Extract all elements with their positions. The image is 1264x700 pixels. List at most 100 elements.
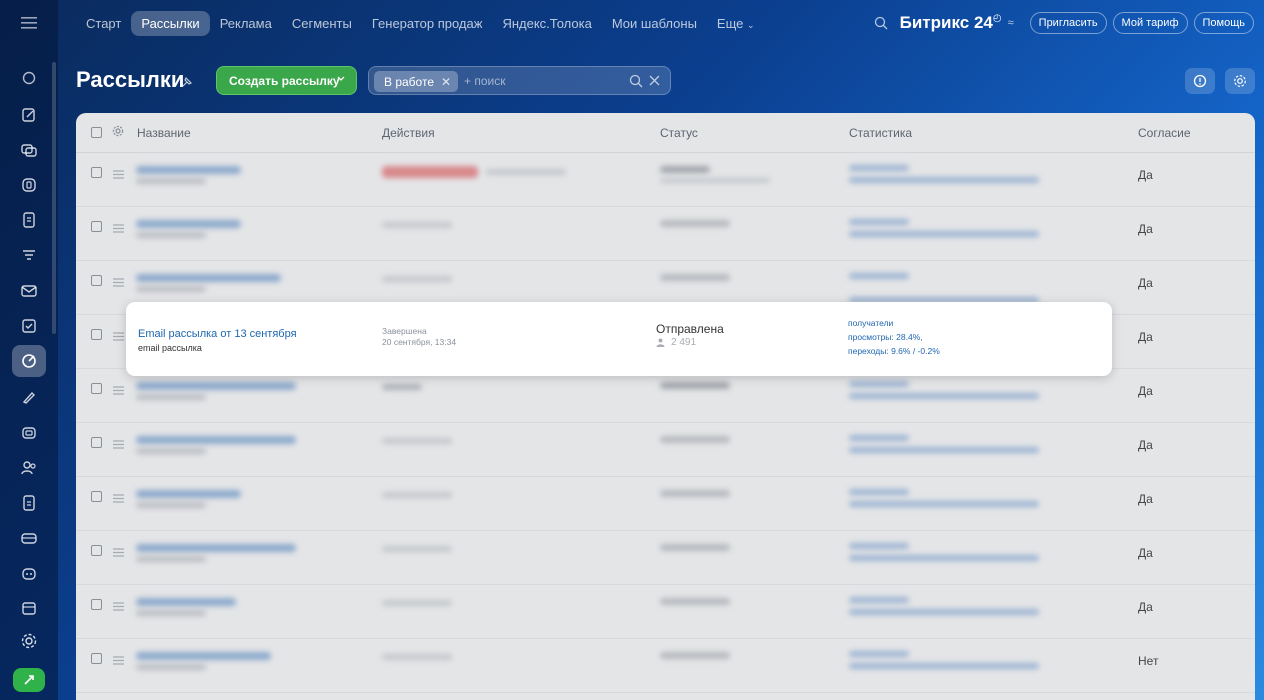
consent-value: Да	[1138, 384, 1153, 398]
rail-item-edit[interactable]	[12, 99, 46, 131]
row-checkbox[interactable]	[91, 383, 102, 394]
table-row[interactable]: Да	[76, 153, 1255, 207]
drag-handle-icon[interactable]	[113, 494, 124, 503]
rail-item-settings[interactable]	[12, 625, 46, 657]
search-input[interactable]	[464, 72, 614, 90]
nav-item-sales-generator[interactable]: Генератор продаж	[362, 11, 493, 36]
blurred-status	[660, 166, 710, 173]
stat-clicks[interactable]: переходы: 9.6% / -0.2%	[848, 346, 940, 356]
table-row[interactable]: Да	[76, 369, 1255, 423]
row-checkbox[interactable]	[91, 653, 102, 664]
blurred-name	[136, 220, 241, 228]
table-row[interactable]: Да	[76, 207, 1255, 261]
column-name[interactable]: Название	[137, 126, 191, 140]
rail-item-doc[interactable]	[12, 204, 46, 236]
column-status[interactable]: Статус	[660, 126, 698, 140]
row-checkbox[interactable]	[91, 545, 102, 556]
rail-item-bot[interactable]	[12, 557, 46, 589]
clear-icon[interactable]	[648, 74, 661, 87]
drag-handle-icon[interactable]	[113, 548, 124, 557]
brand-logo[interactable]: Битрикс 24◴	[900, 13, 1002, 33]
blurred-action	[382, 492, 452, 498]
rail-item-contacts[interactable]	[12, 452, 46, 484]
stat-recipients[interactable]: получатели	[848, 318, 893, 328]
table-row[interactable]: Нет	[76, 639, 1255, 693]
consent-value: Да	[1138, 492, 1153, 506]
table-row[interactable]: Да	[76, 531, 1255, 585]
filter-icon	[23, 250, 35, 260]
blurred-stats-1	[849, 597, 909, 603]
create-mailing-button[interactable]: Создать рассылку	[216, 66, 357, 95]
column-statistics[interactable]: Статистика	[849, 126, 912, 140]
drag-handle-icon[interactable]	[113, 170, 124, 179]
drag-handle-icon[interactable]	[113, 332, 124, 341]
brand-name: Битрикс	[899, 13, 970, 32]
mailing-name-link[interactable]: Email рассылка от 13 сентября	[138, 328, 297, 340]
rail-item-files[interactable]	[12, 487, 46, 519]
nav-item-yandex-toloka[interactable]: Яндекс.Толока	[492, 11, 601, 36]
row-checkbox[interactable]	[91, 221, 102, 232]
row-checkbox[interactable]	[91, 491, 102, 502]
rail-item-chat[interactable]	[12, 134, 46, 166]
rail-item-robot[interactable]	[12, 169, 46, 201]
rail-item-tasks[interactable]	[12, 310, 46, 342]
table-row[interactable]: Да	[76, 477, 1255, 531]
column-consent[interactable]: Согласие	[1138, 126, 1191, 140]
drag-handle-icon[interactable]	[113, 656, 124, 665]
help-button[interactable]: Помощь	[1193, 12, 1254, 34]
rail-item-cards[interactable]	[12, 522, 46, 554]
table-row[interactable]: Да	[76, 423, 1255, 477]
close-icon[interactable]: ✕	[441, 75, 451, 89]
rail-item-calendar[interactable]	[12, 592, 46, 624]
edit-doc-icon	[22, 108, 35, 122]
blurred-name	[136, 274, 281, 282]
nav-item-my-templates[interactable]: Мои шаблоны	[602, 11, 707, 36]
nav-item-ads[interactable]: Реклама	[210, 11, 282, 36]
drag-handle-icon[interactable]	[113, 440, 124, 449]
rail-scrollbar[interactable]	[52, 62, 56, 334]
row-checkbox[interactable]	[91, 275, 102, 286]
table-row[interactable]: Да	[76, 585, 1255, 639]
drag-handle-icon[interactable]	[113, 278, 124, 287]
stat-views[interactable]: просмотры: 28.4%,	[848, 332, 923, 342]
rail-item-marketing[interactable]	[12, 345, 46, 377]
blurred-stats-1	[849, 273, 909, 279]
rail-item-start[interactable]	[12, 62, 46, 94]
select-all-checkbox[interactable]	[91, 127, 102, 138]
top-right-bar: Битрикс 24◴ ≈ Пригласить Мой тариф Помощ…	[874, 0, 1254, 46]
left-rail	[0, 0, 58, 700]
rocket-icon	[24, 675, 34, 685]
search-icon[interactable]	[874, 16, 888, 30]
invite-button[interactable]: Пригласить	[1029, 12, 1107, 34]
row-checkbox[interactable]	[91, 167, 102, 178]
row-checkbox[interactable]	[91, 437, 102, 448]
nav-item-start[interactable]: Старт	[76, 11, 131, 36]
toggle-icon[interactable]: ≈	[1008, 17, 1014, 29]
drag-handle-icon[interactable]	[113, 386, 124, 395]
row-checkbox[interactable]	[91, 599, 102, 610]
settings-button[interactable]	[1225, 68, 1255, 94]
rail-item-mail[interactable]	[12, 275, 46, 307]
rail-item-video[interactable]	[12, 417, 46, 449]
blurred-action	[382, 166, 478, 178]
highlighted-row[interactable]: Email рассылка от 13 сентября email расс…	[126, 302, 1112, 376]
filter-chip[interactable]: В работе ✕	[374, 71, 459, 92]
drag-handle-icon[interactable]	[113, 602, 124, 611]
nav-item-segments[interactable]: Сегменты	[282, 11, 362, 36]
rail-item-filter[interactable]	[12, 240, 46, 272]
nav-item-more[interactable]: Еще ⌄	[707, 11, 765, 36]
info-button[interactable]	[1185, 68, 1215, 94]
rail-item-sign[interactable]	[12, 381, 46, 413]
search-icon[interactable]	[629, 74, 643, 88]
row-checkbox[interactable]	[91, 329, 102, 340]
column-actions[interactable]: Действия	[382, 126, 435, 140]
tariff-button[interactable]: Мой тариф	[1112, 12, 1188, 34]
menu-icon[interactable]	[0, 0, 58, 46]
nav-item-mailings[interactable]: Рассылки	[131, 10, 210, 36]
drag-handle-icon[interactable]	[113, 224, 124, 233]
filter-search-box[interactable]: В работе ✕	[368, 66, 671, 95]
blurred-stats-1	[849, 219, 909, 225]
column-settings-icon[interactable]	[112, 125, 124, 140]
pin-icon[interactable]	[180, 75, 194, 89]
rail-item-upgrade[interactable]	[13, 668, 45, 692]
